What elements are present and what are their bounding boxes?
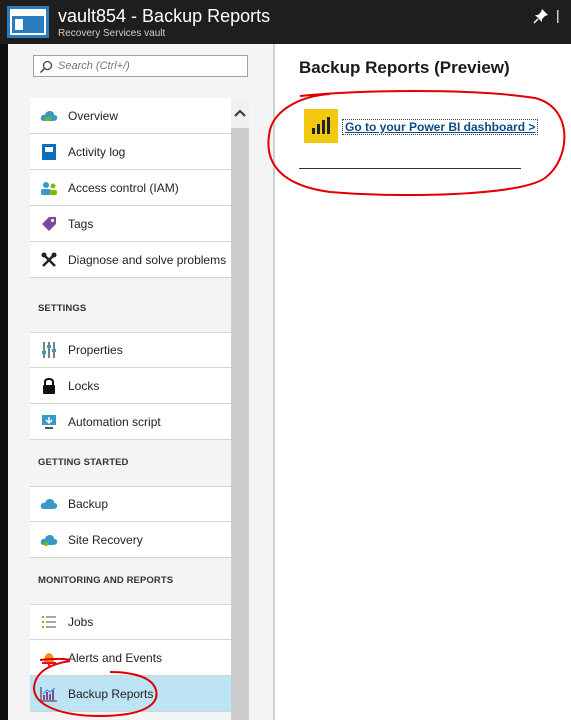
people-icon [34,170,64,206]
cloud-icon [34,522,64,558]
search-input[interactable] [58,57,243,75]
page-title: vault854 - Backup Reports [58,6,271,26]
vault-icon [7,6,49,38]
section-heading-settings: SETTINGS [38,303,87,314]
list-icon [34,604,64,640]
blade-title: Backup Reports (Preview) [299,58,510,77]
chevron-up-icon [234,109,246,117]
search-icon [39,60,53,74]
sidebar-item-label: Backup [68,497,109,511]
close-icon[interactable]: | [556,7,560,23]
title-bar: vault854 - Backup Reports Recovery Servi… [0,0,571,44]
powerbi-dashboard-link[interactable]: Go to your Power BI dashboard > [342,119,539,135]
sidebar-item-label: Access control (IAM) [68,180,179,195]
sidebar-item-alerts-and-events[interactable]: Alerts and Events [30,640,231,676]
sidebar-item-label: Automation script [68,414,161,429]
sliders-icon [34,332,64,368]
annotation-circle-powerbi [267,90,566,197]
scroll-up-button[interactable] [231,98,249,128]
sidebar-item-label: Site Recovery [68,532,143,547]
activity-log-icon [34,134,64,170]
sidebar-item-label: Locks [68,378,100,393]
powerbi-icon[interactable] [304,109,338,143]
page-subtitle: Recovery Services vault [58,28,166,39]
sidebar-item-label: Overview [68,108,119,123]
sidebar-item-jobs[interactable]: Jobs [30,604,231,640]
tag-icon [34,206,64,242]
sidebar-item-label: Jobs [68,615,94,629]
sidebar-item-activity-log[interactable]: Activity log [30,134,231,170]
sidebar-item-label: Alerts and Events [68,650,163,665]
left-gutter [0,44,8,720]
content-divider [299,168,521,169]
resource-menu: Overview Activity log Access control (IA… [8,44,273,720]
lock-icon [34,368,64,404]
sidebar-item-backup-reports[interactable]: Backup Reports [30,676,231,712]
sidebar-item-label: Activity log [68,144,126,159]
sidebar-item-locks[interactable]: Locks [30,368,231,404]
sidebar-item-tags[interactable]: Tags [30,206,231,242]
bell-icon [34,640,64,676]
cloud-icon [34,98,64,134]
search-box[interactable] [33,55,248,77]
sidebar-item-overview[interactable]: Overview [30,98,231,134]
sidebar-item-properties[interactable]: Properties [30,332,231,368]
section-heading-getting-started: GETTING STARTED [38,457,129,468]
sidebar-item-access-control[interactable]: Access control (IAM) [30,170,231,206]
scrollbar-track[interactable] [231,98,249,720]
sidebar-item-automation-script[interactable]: Automation script [30,404,231,440]
wrench-icon [34,242,64,278]
sidebar-item-diagnose[interactable]: Diagnose and solve problems [30,242,231,278]
sidebar-item-site-recovery[interactable]: Site Recovery [30,522,231,558]
chart-icon [34,676,64,712]
blade-divider [273,44,275,720]
sidebar-item-label: Properties [68,343,123,357]
sidebar-item-label: Backup Reports [68,686,154,701]
sidebar-item-label: Diagnose and solve problems [68,252,227,267]
pin-icon[interactable] [533,8,549,24]
cloud-icon [34,486,64,522]
sidebar-item-label: Tags [68,216,94,231]
monitor-download-icon [34,404,64,440]
sidebar-item-backup[interactable]: Backup [30,486,231,522]
section-heading-monitoring: MONITORING AND REPORTS [38,575,174,586]
